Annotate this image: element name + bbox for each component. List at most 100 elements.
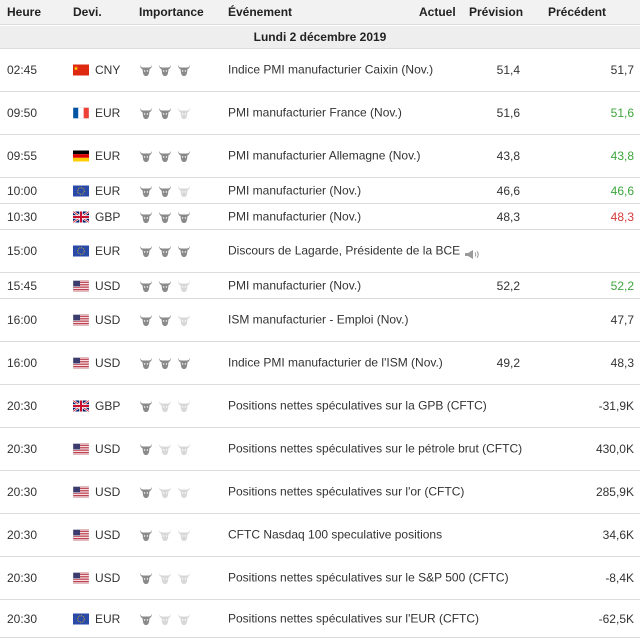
event-name-text: PMI manufacturier Allemagne (Nov.) [228, 148, 421, 163]
bull-icon [177, 399, 191, 413]
us-flag-icon [73, 443, 89, 455]
bull-icon [139, 313, 153, 327]
table-row[interactable]: 20:30 EUR Positions nettes spéculatives su… [0, 600, 640, 638]
table-row[interactable]: 16:00 USD ISM manufacturier - Emploi (Nov.… [0, 299, 640, 342]
bull-icon [139, 244, 153, 258]
event-name[interactable]: Positions nettes spéculatives sur le S&P… [228, 569, 509, 588]
bull-icon [177, 184, 191, 198]
event-previous: 51,6 [610, 106, 634, 120]
event-name-text: Positions nettes spéculatives sur la GPB… [228, 398, 487, 413]
importance-rating [139, 313, 193, 327]
event-currency: USD [95, 356, 121, 370]
date-separator: Lundi 2 décembre 2019 [0, 26, 640, 49]
bull-icon [139, 356, 153, 370]
event-name[interactable]: Indice PMI manufacturier de l'ISM (Nov.) [228, 354, 443, 373]
bull-icon [177, 485, 191, 499]
table-row[interactable]: 10:30 GBP PMI manufacturier (Nov.) 48,3 48,3 [0, 204, 640, 230]
table-row[interactable]: 16:00 USD Indice PMI manufacturier de l'IS… [0, 342, 640, 385]
header-actual[interactable]: Actuel [419, 5, 456, 19]
event-name[interactable]: CFTC Nasdaq 100 speculative positions [228, 526, 442, 545]
event-name-text: PMI manufacturier (Nov.) [228, 278, 362, 292]
event-time: 02:45 [7, 63, 38, 77]
event-previous: 34,6K [602, 528, 634, 542]
bull-icon [139, 399, 153, 413]
bull-icon [158, 442, 172, 456]
event-name[interactable]: Positions nettes spéculatives sur l'or (… [228, 483, 464, 502]
header-event[interactable]: Événement [228, 5, 292, 19]
header-previous[interactable]: Précédent [548, 5, 606, 19]
event-time: 20:30 [7, 528, 38, 542]
table-row[interactable]: 10:00 EUR PMI manufacturier (Nov.) 46,6 46,6 [0, 178, 640, 204]
event-time: 09:50 [7, 106, 38, 120]
table-row[interactable]: 20:30 USD Positions nettes spéculatives su… [0, 428, 640, 471]
table-row[interactable]: 09:50 EUR PMI manufacturier France (Nov.) 5… [0, 92, 640, 135]
event-name[interactable]: Positions nettes spéculatives sur le pét… [228, 440, 522, 459]
table-row[interactable]: 20:30 GBP Positions nettes spéculatives su… [0, 385, 640, 428]
event-name-text: PMI manufacturier France (Nov.) [228, 105, 402, 120]
table-row[interactable]: 20:30 USD Positions nettes spéculatives su… [0, 471, 640, 514]
event-currency: EUR [95, 183, 121, 198]
event-forecast: 46,6 [496, 183, 520, 198]
event-time: 20:30 [7, 442, 38, 456]
bull-icon [158, 244, 172, 258]
event-previous: 430,0K [595, 442, 634, 456]
table-row[interactable]: 15:45 USD PMI manufacturier (Nov.) 52,2 52,2 [0, 273, 640, 299]
us-flag-icon [73, 280, 89, 291]
gb-flag-icon [73, 400, 89, 412]
event-currency: USD [95, 485, 121, 499]
event-name-text: Discours de Lagarde, Présidente de la BC… [228, 243, 461, 258]
event-currency: GBP [95, 209, 121, 224]
event-forecast: 51,6 [496, 106, 520, 120]
event-time: 20:30 [7, 485, 38, 499]
event-previous: 48,3 [610, 356, 634, 370]
event-name-text: PMI manufacturier (Nov.) [228, 209, 362, 223]
event-name-text: PMI manufacturier (Nov.) [228, 183, 362, 197]
bull-icon [158, 149, 172, 163]
header-importance[interactable]: Importance [139, 5, 204, 19]
bull-icon [139, 442, 153, 456]
importance-rating [139, 63, 193, 77]
bull-icon [158, 528, 172, 542]
bull-icon [139, 528, 153, 542]
importance-rating [139, 279, 193, 293]
event-name-text: Positions nettes spéculatives sur l'or (… [228, 484, 465, 499]
table-row[interactable]: 20:30 USD CFTC Nasdaq 100 speculative posi… [0, 514, 640, 557]
event-previous: 46,6 [610, 183, 634, 198]
de-flag-icon [73, 150, 89, 162]
bull-icon [158, 184, 172, 198]
event-previous: 48,3 [610, 209, 634, 224]
importance-rating [139, 356, 193, 370]
event-name[interactable]: PMI manufacturier (Nov.) [228, 181, 418, 200]
table-row[interactable]: 09:55 EUR PMI manufacturier Allemagne (Nov… [0, 135, 640, 178]
header-currency[interactable]: Devi. [73, 5, 102, 19]
importance-rating [139, 210, 193, 224]
event-name[interactable]: Positions nettes spéculatives sur l'EUR … [228, 609, 479, 628]
event-name[interactable]: Positions nettes spéculatives sur la GPB… [228, 397, 487, 416]
event-name[interactable]: PMI manufacturier (Nov.) [228, 207, 418, 226]
event-name[interactable]: ISM manufacturier - Emploi (Nov.) [228, 311, 418, 330]
bull-icon [158, 106, 172, 120]
event-name[interactable]: PMI manufacturier France (Nov.) [228, 104, 418, 123]
table-row[interactable]: 20:30 USD Positions nettes spéculatives su… [0, 557, 640, 600]
event-previous: 51,7 [610, 63, 634, 77]
eu-flag-icon [73, 613, 89, 624]
event-currency: CNY [95, 63, 121, 77]
table-row[interactable]: 02:45 CNY Indice PMI manufacturier Caixin … [0, 49, 640, 92]
event-name[interactable]: Indice PMI manufacturier Caixin (Nov.) [228, 61, 433, 80]
event-name[interactable]: PMI manufacturier (Nov.) [228, 276, 418, 295]
bull-icon [177, 106, 191, 120]
bull-icon [158, 63, 172, 77]
header-forecast[interactable]: Prévision [469, 5, 523, 19]
event-name[interactable]: Discours de Lagarde, Présidente de la BC… [228, 242, 479, 261]
event-name[interactable]: PMI manufacturier Allemagne (Nov.) [228, 147, 421, 166]
event-previous: -62,5K [598, 611, 634, 626]
event-previous: -8,4K [605, 571, 634, 585]
bull-icon [158, 210, 172, 224]
bull-icon [177, 356, 191, 370]
event-time: 20:30 [7, 399, 38, 413]
event-currency: USD [95, 313, 121, 327]
event-previous: -31,9K [598, 399, 634, 413]
table-row[interactable]: 15:00 EUR Discours de Lagarde, Présidente … [0, 230, 640, 273]
event-currency: USD [95, 278, 121, 293]
header-time[interactable]: Heure [7, 5, 41, 19]
